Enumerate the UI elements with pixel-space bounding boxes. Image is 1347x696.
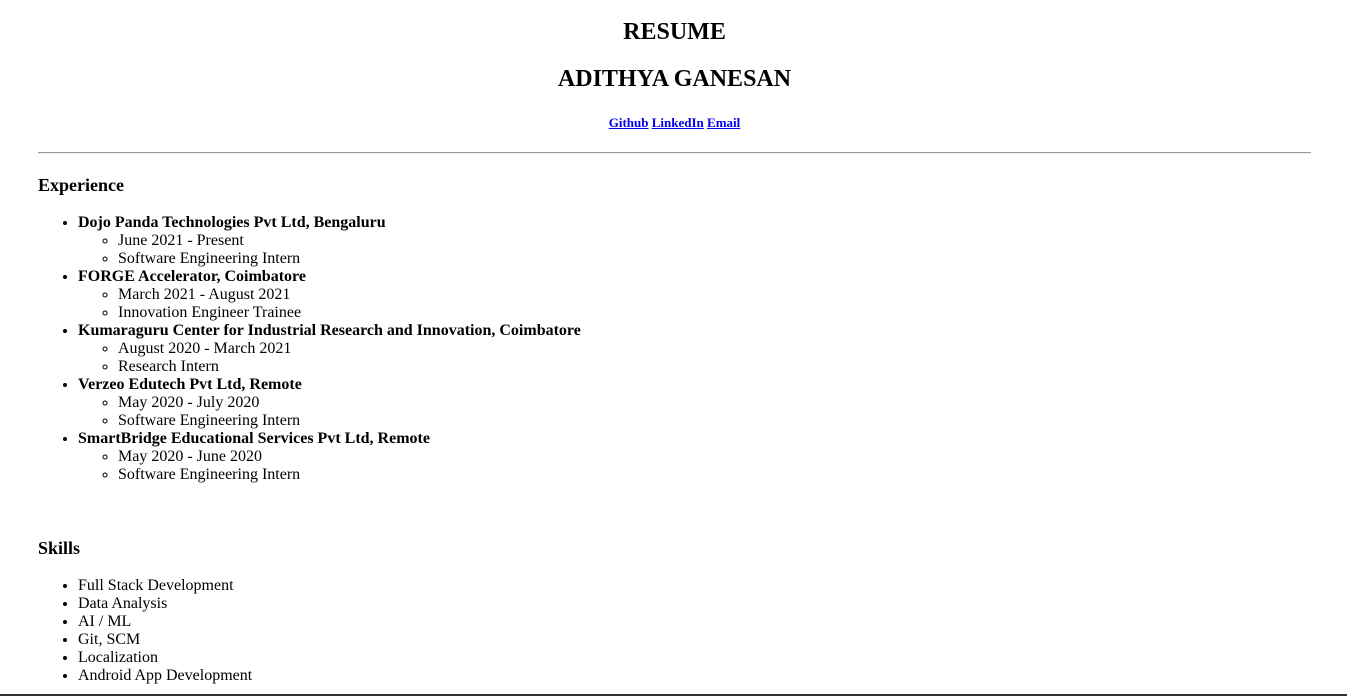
- experience-company: Kumaraguru Center for Industrial Researc…: [78, 322, 581, 339]
- experience-role: Software Engineering Intern: [118, 412, 581, 430]
- experience-company: FORGE Accelerator, Coimbatore: [78, 268, 306, 285]
- experience-details: June 2021 - Present Software Engineering…: [78, 232, 581, 268]
- experience-list: Dojo Panda Technologies Pvt Ltd, Bengalu…: [38, 214, 581, 484]
- experience-company: Verzeo Edutech Pvt Ltd, Remote: [78, 376, 302, 393]
- person-name: ADITHYA GANESAN: [557, 66, 792, 92]
- skill-item: Data Analysis: [78, 595, 252, 613]
- page-title: RESUME: [623, 19, 726, 45]
- experience-details: May 2020 - July 2020 Software Engineerin…: [78, 394, 581, 430]
- experience-details: August 2020 - March 2021 Research Intern: [78, 340, 581, 376]
- experience-role: Software Engineering Intern: [118, 466, 581, 484]
- experience-company: Dojo Panda Technologies Pvt Ltd, Bengalu…: [78, 214, 386, 231]
- horizontal-divider: [38, 152, 1311, 154]
- skill-item: Localization: [78, 649, 252, 667]
- github-link[interactable]: Github: [609, 115, 649, 130]
- experience-role: Innovation Engineer Trainee: [118, 304, 581, 322]
- experience-period: March 2021 - August 2021: [118, 286, 581, 304]
- experience-heading: Experience: [38, 175, 124, 195]
- skills-list: Full Stack Development Data Analysis AI …: [38, 577, 252, 685]
- list-item: SmartBridge Educational Services Pvt Ltd…: [78, 430, 581, 484]
- experience-company: SmartBridge Educational Services Pvt Ltd…: [78, 430, 430, 447]
- list-item: Verzeo Edutech Pvt Ltd, Remote May 2020 …: [78, 376, 581, 430]
- list-item: Dojo Panda Technologies Pvt Ltd, Bengalu…: [78, 214, 581, 268]
- linkedin-link[interactable]: LinkedIn: [652, 115, 704, 130]
- experience-details: May 2020 - June 2020 Software Engineerin…: [78, 448, 581, 484]
- experience-period: May 2020 - July 2020: [118, 394, 581, 412]
- experience-period: August 2020 - March 2021: [118, 340, 581, 358]
- skills-heading: Skills: [38, 538, 81, 558]
- list-item: FORGE Accelerator, Coimbatore March 2021…: [78, 268, 581, 322]
- skill-item: Full Stack Development: [78, 577, 252, 595]
- list-item: Kumaraguru Center for Industrial Researc…: [78, 322, 581, 376]
- skill-item: Git, SCM: [78, 631, 252, 649]
- email-link[interactable]: Email: [707, 115, 740, 130]
- experience-details: March 2021 - August 2021 Innovation Engi…: [78, 286, 581, 322]
- skill-item: AI / ML: [78, 613, 252, 631]
- skill-item: Android App Development: [78, 667, 252, 685]
- experience-period: June 2021 - Present: [118, 232, 581, 250]
- profile-links: Github LinkedIn Email: [38, 115, 1311, 131]
- experience-role: Software Engineering Intern: [118, 250, 581, 268]
- experience-role: Research Intern: [118, 358, 581, 376]
- experience-period: May 2020 - June 2020: [118, 448, 581, 466]
